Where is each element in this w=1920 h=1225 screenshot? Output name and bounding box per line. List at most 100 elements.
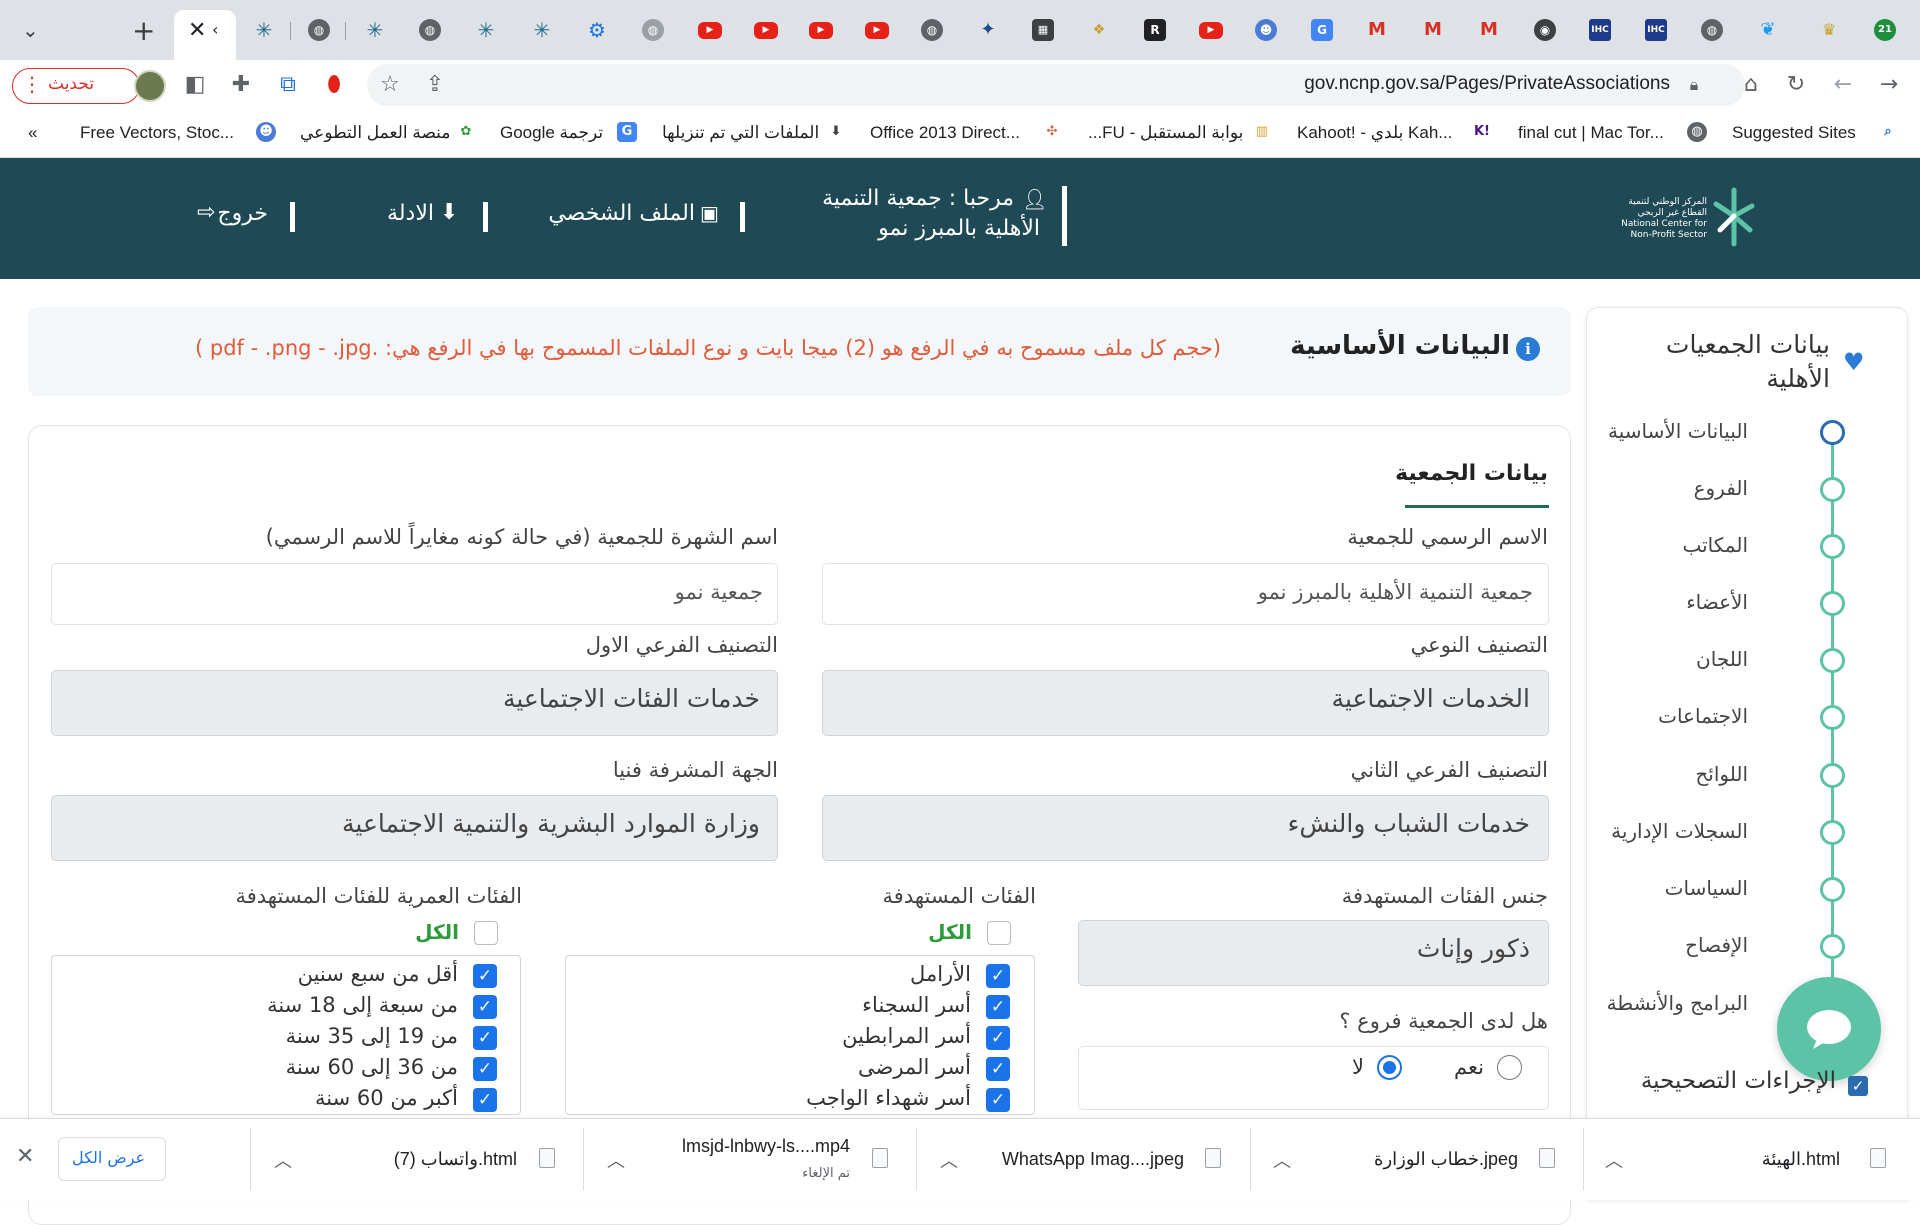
guides-link[interactable]: الادلة [387,201,434,226]
age-group-checkbox[interactable]: ✓ [473,964,497,988]
forward-arrow-icon[interactable]: → [1876,72,1902,98]
age-group-checkbox[interactable]: ✓ [473,1026,497,1050]
tab-page-icon[interactable]: ❖ [1088,19,1110,41]
bookmark-office-2013[interactable]: Office 2013 Direct... [870,123,1020,143]
tab-youtube-icon[interactable]: ▶ [1199,22,1223,39]
download-item-name[interactable]: lmsjd-lnbwy-ls....mp4 [682,1136,850,1157]
step-regulations[interactable]: اللوائح [1695,762,1748,786]
ncnp-logo-icon[interactable] [1710,186,1758,248]
age-group-checkbox[interactable]: ✓ [473,1057,497,1081]
tab-settings-icon[interactable]: ⚙ [586,19,608,41]
tab-star-icon[interactable]: ✦ [977,19,999,41]
home-icon[interactable]: ⌂ [1738,72,1764,98]
close-shelf-icon[interactable]: ✕ [16,1144,34,1169]
bookmarks-overflow-button[interactable]: « [28,123,37,143]
download-options-chevron-icon[interactable]: ︿ [940,1147,958,1173]
tab-globe-icon[interactable]: ◍ [419,19,441,41]
side-panel-icon[interactable]: ◧ [182,72,208,98]
download-item-name[interactable]: خطاب الوزارة.jpeg [1374,1149,1518,1170]
profile-avatar[interactable] [134,70,166,102]
bookmark-future-gate[interactable]: بوابة المستقبل - FU... [1088,123,1243,143]
download-options-chevron-icon[interactable]: ︿ [274,1147,292,1173]
branches-yes-label[interactable]: نعم [1454,1055,1484,1079]
extensions-puzzle-icon[interactable]: ✚ [228,72,254,98]
download-item-name[interactable]: الهيئة.html [1762,1149,1840,1170]
tab-youtube-icon[interactable]: ▶ [865,22,889,39]
step-members[interactable]: الأعضاء [1686,590,1748,614]
target-group-checkbox[interactable]: ✓ [986,1088,1010,1112]
age-groups-all-checkbox[interactable] [474,921,498,945]
corrective-actions-checkbox[interactable]: ✓ [1848,1076,1868,1096]
bookmark-free-vectors[interactable]: Free Vectors, Stoc... [80,123,234,143]
age-group-checkbox[interactable]: ✓ [473,1088,497,1112]
tab-globe-icon[interactable]: ◍ [308,19,330,41]
target-groups-all-checkbox[interactable] [987,921,1011,945]
extension-opera-icon[interactable]: ⬮ [321,72,347,98]
tab-globe-icon[interactable]: ◍ [921,19,943,41]
bookmark-suggested-sites[interactable]: Suggested Sites [1732,123,1856,143]
target-group-checkbox[interactable]: ✓ [986,964,1010,988]
tab-robot-icon[interactable]: ☻ [1255,19,1277,41]
age-group-checkbox[interactable]: ✓ [473,995,497,1019]
branches-no-label[interactable]: لا [1352,1055,1364,1079]
step-branches-dot[interactable] [1820,477,1845,502]
step-meetings-dot[interactable] [1820,705,1845,730]
tab-count-badge[interactable]: 21 [1874,19,1896,41]
bookmark-volunteer-platform[interactable]: منصة العمل التطوعي [300,123,450,143]
tab-globe-icon[interactable]: ◍ [1701,19,1723,41]
reload-icon[interactable]: ↻ [1783,72,1809,98]
bookmark-downloads[interactable]: الملفات التي تم تنزيلها [662,123,819,143]
target-group-checkbox[interactable]: ✓ [986,1026,1010,1050]
download-item-name[interactable]: WhatsApp Imag....jpeg [1002,1149,1184,1170]
target-groups-all-label[interactable]: الكل [928,920,972,944]
tab-ncnp-icon[interactable]: ✳ [475,19,497,41]
active-tab[interactable]: ✕ ‹ [174,10,236,60]
tab-chrome-icon[interactable]: ◉ [1534,19,1556,41]
step-disclosure[interactable]: الإفصاح [1685,933,1748,957]
step-policies-dot[interactable] [1820,877,1845,902]
download-options-chevron-icon[interactable]: ︿ [1605,1147,1623,1173]
tab-list-chevron-icon[interactable]: ⌄ [22,18,39,42]
logout-link[interactable]: خروج [217,201,268,226]
tab-ihc-icon[interactable]: IHC [1589,19,1611,41]
share-icon[interactable]: ⇪ [422,72,448,98]
new-tab-plus-icon[interactable]: + [132,14,155,47]
step-basic-data-dot[interactable] [1820,420,1845,445]
step-offices[interactable]: المكاتب [1682,533,1748,557]
tab-youtube-icon[interactable]: ▶ [698,22,722,39]
tab-translate-icon[interactable]: G [1311,19,1333,41]
step-admin-records[interactable]: السجلات الإدارية [1611,819,1748,843]
more-menu-icon[interactable]: ⋮ [22,72,42,96]
target-group-checkbox[interactable]: ✓ [986,1057,1010,1081]
lock-icon[interactable]: 🔒︎ [1681,72,1707,98]
step-committees-dot[interactable] [1820,648,1845,673]
bookmark-google-translate[interactable]: ترجمة Google [500,123,603,143]
bookmark-kahoot[interactable]: Kahoot! - بلدي Kah... [1297,123,1452,143]
tab-ncnp-icon[interactable]: ✳ [531,19,553,41]
tab-youtube-icon[interactable]: ▶ [754,22,778,39]
age-groups-all-label[interactable]: الكل [415,920,459,944]
tab-r-icon[interactable]: R [1144,19,1166,41]
corrective-actions-link[interactable]: الإجراءات التصحيحية [1641,1068,1836,1094]
tab-globe-icon[interactable]: ◍ [642,19,664,41]
tab-gmail-icon[interactable]: M [1478,19,1500,41]
step-disclosure-dot[interactable] [1820,934,1845,959]
step-committees[interactable]: اللجان [1696,647,1748,671]
target-group-checkbox[interactable]: ✓ [986,995,1010,1019]
step-basic-data[interactable]: البيانات الأساسية [1608,419,1748,443]
download-item-name[interactable]: واتساب (7).html [394,1149,517,1170]
step-members-dot[interactable] [1820,591,1845,616]
tab-ihc-icon[interactable]: IHC [1645,19,1667,41]
step-branches[interactable]: الفروع [1694,476,1748,500]
extension-copy-icon[interactable]: ⧉ [275,72,301,98]
step-offices-dot[interactable] [1820,534,1845,559]
step-meetings[interactable]: الاجتماعات [1658,704,1748,728]
tab-gmail-icon[interactable]: M [1366,19,1388,41]
close-tab-icon[interactable]: ✕ [188,18,206,43]
tab-youtube-icon[interactable]: ▶ [809,22,833,39]
tab-calendar-icon[interactable]: ▦ [1032,19,1054,41]
bookmark-star-icon[interactable]: ☆ [377,72,403,98]
step-admin-records-dot[interactable] [1820,820,1845,845]
step-programs[interactable]: البرامج والأنشطة [1607,991,1748,1015]
tab-gmail-icon[interactable]: M [1422,19,1444,41]
